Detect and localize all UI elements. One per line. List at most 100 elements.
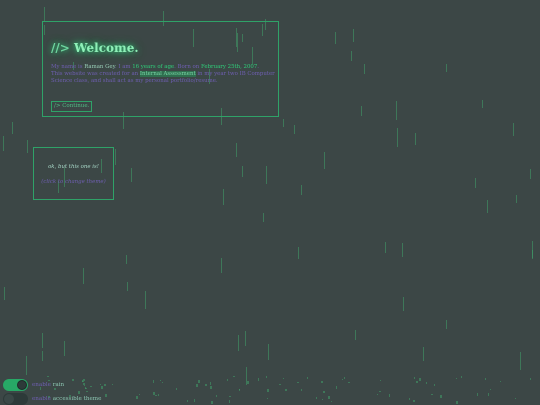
rain-splash — [414, 377, 415, 379]
raindrop — [245, 331, 246, 346]
raindrop — [353, 29, 354, 42]
raindrop — [294, 125, 295, 134]
rain-splash — [198, 380, 200, 383]
raindrop — [3, 136, 4, 151]
rain-splash — [216, 395, 217, 397]
rain-splash — [500, 381, 501, 382]
bio-age: 16 years of age — [132, 64, 175, 70]
rain-splash — [84, 385, 85, 386]
raindrop — [423, 347, 424, 361]
raindrop — [301, 185, 302, 195]
theme-change-box[interactable]: ok, but this one is! (click to change th… — [33, 147, 114, 200]
toggle-prefix: enable — [32, 381, 51, 388]
rain-splash — [431, 394, 433, 395]
rain-splash — [488, 393, 489, 396]
rain-splash — [266, 376, 267, 378]
raindrop — [4, 287, 5, 300]
raindrop — [530, 169, 531, 179]
rain-splash — [322, 399, 323, 400]
toggle-knob — [4, 393, 14, 404]
raindrop — [27, 140, 28, 153]
welcome-panel: //> Welcome. My name is Raman Gey. I am … — [42, 21, 279, 117]
raindrop — [532, 241, 533, 258]
accessible-theme-toggle[interactable] — [3, 392, 28, 405]
rain-splash — [461, 376, 462, 378]
rain-splash — [105, 394, 107, 397]
raindrop — [487, 200, 488, 213]
raindrop — [26, 356, 27, 375]
rain-splash — [100, 384, 101, 385]
rain-splash — [283, 378, 284, 379]
raindrop — [351, 51, 352, 61]
rain-splash — [101, 386, 103, 389]
rain-splash — [323, 391, 325, 393]
rain-splash — [267, 398, 268, 399]
rain-splash — [515, 398, 516, 399]
bio-part: . I am — [114, 64, 133, 70]
raindrop — [355, 330, 356, 340]
raindrop — [532, 250, 533, 259]
raindrop — [324, 152, 325, 169]
rain-splash — [83, 379, 85, 381]
rain-splash — [85, 387, 86, 389]
rain-splash — [72, 379, 74, 381]
raindrop — [446, 320, 447, 329]
rain-splash — [456, 401, 458, 404]
bio-text: My name is Raman Gey. I am 16 years of a… — [51, 64, 277, 85]
rain-splash — [419, 378, 421, 381]
raindrop — [283, 119, 284, 127]
continue-button[interactable]: /> Continue. — [51, 101, 93, 112]
accessible-toggle-row: enable accessible theme — [3, 392, 101, 405]
raindrop — [361, 106, 362, 116]
rain-toggle-row: enable rain — [3, 378, 64, 391]
rain-splash — [258, 378, 259, 381]
rain-splash — [155, 395, 157, 396]
rain-splash — [409, 398, 410, 400]
raindrop — [335, 32, 336, 44]
bio-part: . — [257, 64, 259, 70]
rain-splash — [307, 377, 308, 379]
raindrop — [385, 242, 386, 253]
rain-splash — [139, 394, 140, 395]
raindrop — [266, 166, 267, 184]
rain-splash — [210, 386, 212, 389]
raindrop — [64, 341, 65, 356]
rain-splash — [348, 382, 350, 383]
rain-splash — [239, 389, 240, 390]
bio-part: My name is — [51, 64, 85, 70]
raindrop — [242, 166, 243, 177]
rain-splash — [158, 394, 159, 396]
rain-splash — [426, 382, 427, 384]
rain-splash — [239, 389, 240, 391]
bio-birthday: February 25th, 2007 — [200, 64, 258, 70]
rain-toggle[interactable] — [3, 378, 28, 391]
raindrop — [42, 351, 43, 361]
rain-splash — [530, 378, 531, 380]
rain-splash — [153, 392, 155, 395]
raindrop — [482, 100, 483, 108]
rain-splash — [336, 386, 337, 389]
bio-assessment: Internal Assessment — [139, 71, 196, 77]
rain-splash — [211, 401, 213, 404]
raindrop — [475, 178, 476, 188]
prompt-prefix: //> — [51, 41, 70, 55]
raindrop — [268, 344, 269, 360]
rain-splash — [229, 396, 231, 397]
rain-splash — [136, 396, 138, 399]
raindrop — [402, 243, 403, 257]
theme-box-line1: ok, but this one is! — [48, 164, 99, 170]
rain-splash — [321, 381, 323, 383]
raindrop — [221, 258, 222, 273]
rain-splash — [205, 384, 207, 386]
raindrop — [403, 297, 404, 311]
rain-splash — [328, 396, 330, 399]
bio-part: This website was created for an — [51, 71, 140, 77]
rain-splash — [104, 384, 106, 386]
rain-toggle-label: enable rain — [32, 382, 64, 388]
rain-splash — [285, 389, 287, 391]
rain-splash — [377, 394, 378, 395]
rain-splash — [434, 384, 435, 386]
rain-splash — [176, 388, 177, 390]
rain-splash — [301, 389, 302, 391]
raindrop — [520, 352, 521, 370]
